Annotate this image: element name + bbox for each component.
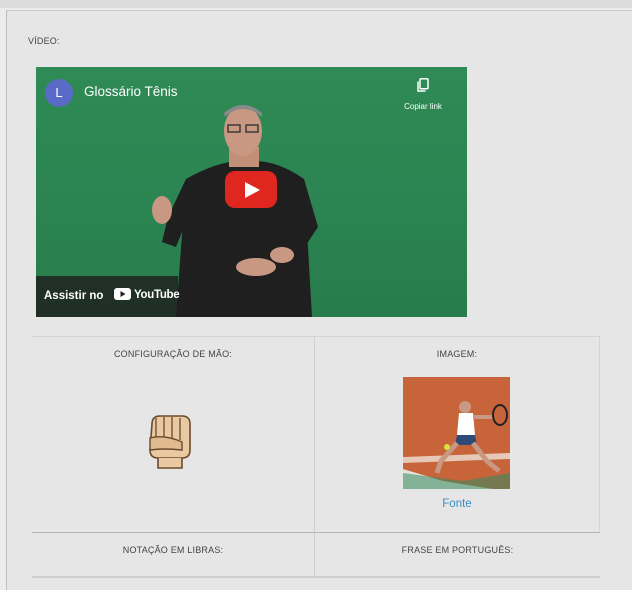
bottom-divider: [32, 576, 600, 578]
video-title[interactable]: Glossário Tênis: [84, 84, 178, 99]
youtube-wordmark: YouTube: [134, 289, 180, 301]
copy-icon: [417, 78, 429, 92]
youtube-logo-icon: [114, 288, 131, 300]
copy-link-button[interactable]: Copiar link: [393, 78, 453, 114]
sign-details-grid: CONFIGURAÇÃO DE MÃO: IMAGEM: Fonte NOTAÇ…: [32, 336, 600, 576]
video-player[interactable]: L Glossário Tênis Copiar link Assistir n…: [36, 67, 467, 317]
hand-configuration-label: CONFIGURAÇÃO DE MÃO:: [113, 349, 232, 359]
play-button[interactable]: [225, 171, 277, 208]
watch-on-youtube-button[interactable]: Assistir no YouTube: [36, 276, 180, 317]
video-label: VÍDEO:: [28, 36, 60, 46]
notation-label: NOTAÇÃO EM LIBRAS:: [122, 545, 224, 555]
phrase-label: FRASE EM PORTUGUÊS:: [401, 545, 514, 555]
notation-cell: NOTAÇÃO EM LIBRAS:: [32, 532, 315, 576]
hand-configuration-cell: CONFIGURAÇÃO DE MÃO:: [32, 336, 315, 532]
image-label: IMAGEM:: [436, 349, 478, 359]
tennis-player-image[interactable]: [403, 377, 510, 489]
image-cell: IMAGEM: Fonte: [315, 336, 600, 532]
image-source-link[interactable]: Fonte: [315, 498, 599, 510]
top-cropped-text-strip: [0, 0, 632, 8]
play-icon: [245, 182, 260, 198]
copy-link-label: Copiar link: [404, 102, 442, 111]
phrase-cell: FRASE EM PORTUGUÊS:: [315, 532, 600, 576]
closed-fist-hand-icon: [149, 415, 191, 469]
channel-avatar[interactable]: L: [45, 79, 73, 107]
watch-on-label: Assistir no: [44, 290, 104, 302]
